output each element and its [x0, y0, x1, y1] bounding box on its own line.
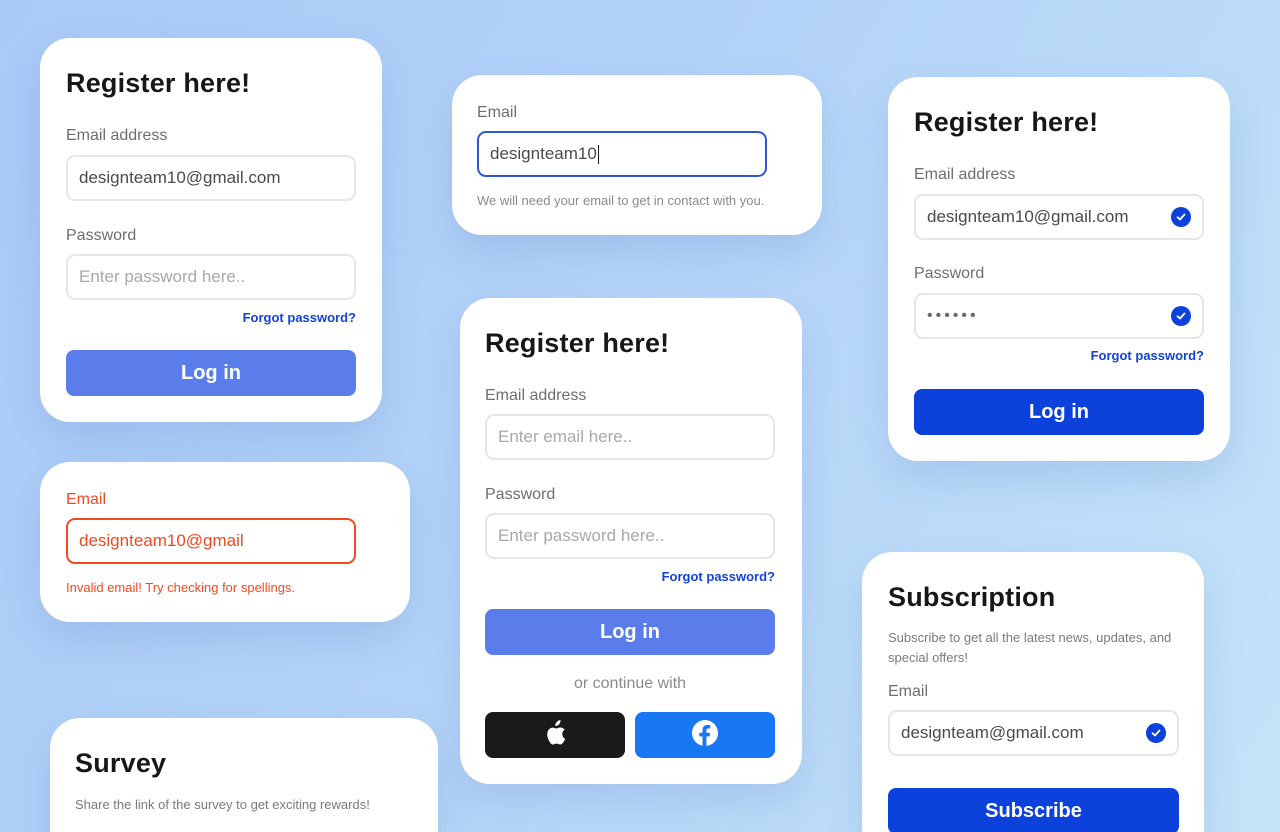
card-title: Register here!: [66, 68, 251, 98]
email-field[interactable]: designteam10@gmail.com: [914, 194, 1204, 240]
check-icon: [1171, 207, 1191, 227]
email-value: designteam@gmail.com: [901, 723, 1084, 742]
password-field[interactable]: ••••••: [914, 293, 1204, 339]
email-value: designteam10@gmail: [79, 531, 244, 550]
email-field[interactable]: designteam@gmail.com: [888, 710, 1179, 756]
survey-card: Survey Share the link of the survey to g…: [50, 718, 438, 832]
email-value: designteam10@gmail.com: [79, 168, 281, 187]
email-field[interactable]: designteam10@gmail.com: [66, 155, 356, 201]
card-title: Subscription: [888, 582, 1056, 612]
forgot-password-link[interactable]: Forgot password?: [1091, 348, 1204, 363]
text-caret: [597, 144, 599, 164]
password-label: Password: [66, 227, 137, 244]
password-value: ••••••: [927, 307, 979, 324]
email-label: Email address: [66, 127, 168, 144]
email-placeholder: Enter email here..: [498, 427, 633, 446]
login-button[interactable]: Log in: [485, 609, 775, 655]
subscription-card: Subscription Subscribe to get all the la…: [862, 552, 1204, 832]
subscription-description: Subscribe to get all the latest news, up…: [888, 630, 1172, 665]
password-field[interactable]: Enter password here..: [66, 254, 356, 300]
email-label: Email: [66, 491, 107, 508]
email-focus-card: Email designteam10 We will need your ema…: [452, 75, 822, 235]
password-label: Password: [914, 265, 985, 282]
password-placeholder: Enter password here..: [498, 526, 665, 545]
email-field[interactable]: designteam10: [477, 131, 767, 177]
email-label: Email address: [914, 166, 1016, 183]
register-card-top-left: Register here! Email address designteam1…: [40, 38, 382, 422]
forgot-password-link[interactable]: Forgot password?: [243, 310, 356, 325]
email-error-card: Email designteam10@gmail Invalid email! …: [40, 462, 410, 622]
check-icon: [1146, 723, 1166, 743]
register-card-center: Register here! Email address Enter email…: [460, 298, 802, 784]
email-error-message: Invalid email! Try checking for spelling…: [66, 580, 296, 595]
survey-description: Share the link of the survey to get exci…: [75, 797, 370, 812]
password-placeholder: Enter password here..: [79, 267, 246, 286]
email-field[interactable]: designteam10@gmail: [66, 518, 356, 564]
email-field[interactable]: Enter email here..: [485, 414, 775, 460]
register-card-top-right: Register here! Email address designteam1…: [888, 77, 1230, 461]
email-label: Email: [888, 683, 929, 700]
card-title: Survey: [75, 748, 167, 778]
apple-login-button[interactable]: [485, 712, 625, 758]
card-title: Register here!: [914, 107, 1099, 137]
email-label: Email address: [485, 387, 587, 404]
email-value: designteam10: [490, 144, 597, 163]
forgot-password-link[interactable]: Forgot password?: [662, 569, 775, 584]
card-title: Register here!: [485, 328, 670, 358]
email-value: designteam10@gmail.com: [927, 207, 1129, 226]
password-field[interactable]: Enter password here..: [485, 513, 775, 559]
login-button[interactable]: Log in: [914, 389, 1204, 435]
check-icon: [1171, 306, 1191, 326]
email-label: Email: [477, 104, 518, 121]
facebook-icon: [692, 719, 718, 751]
password-label: Password: [485, 486, 556, 503]
apple-icon: [544, 719, 566, 751]
login-button[interactable]: Log in: [66, 350, 356, 396]
subscribe-button[interactable]: Subscribe: [888, 788, 1179, 832]
email-hint: We will need your email to get in contac…: [477, 193, 765, 208]
facebook-login-button[interactable]: [635, 712, 775, 758]
continue-with-text: or continue with: [573, 675, 687, 692]
